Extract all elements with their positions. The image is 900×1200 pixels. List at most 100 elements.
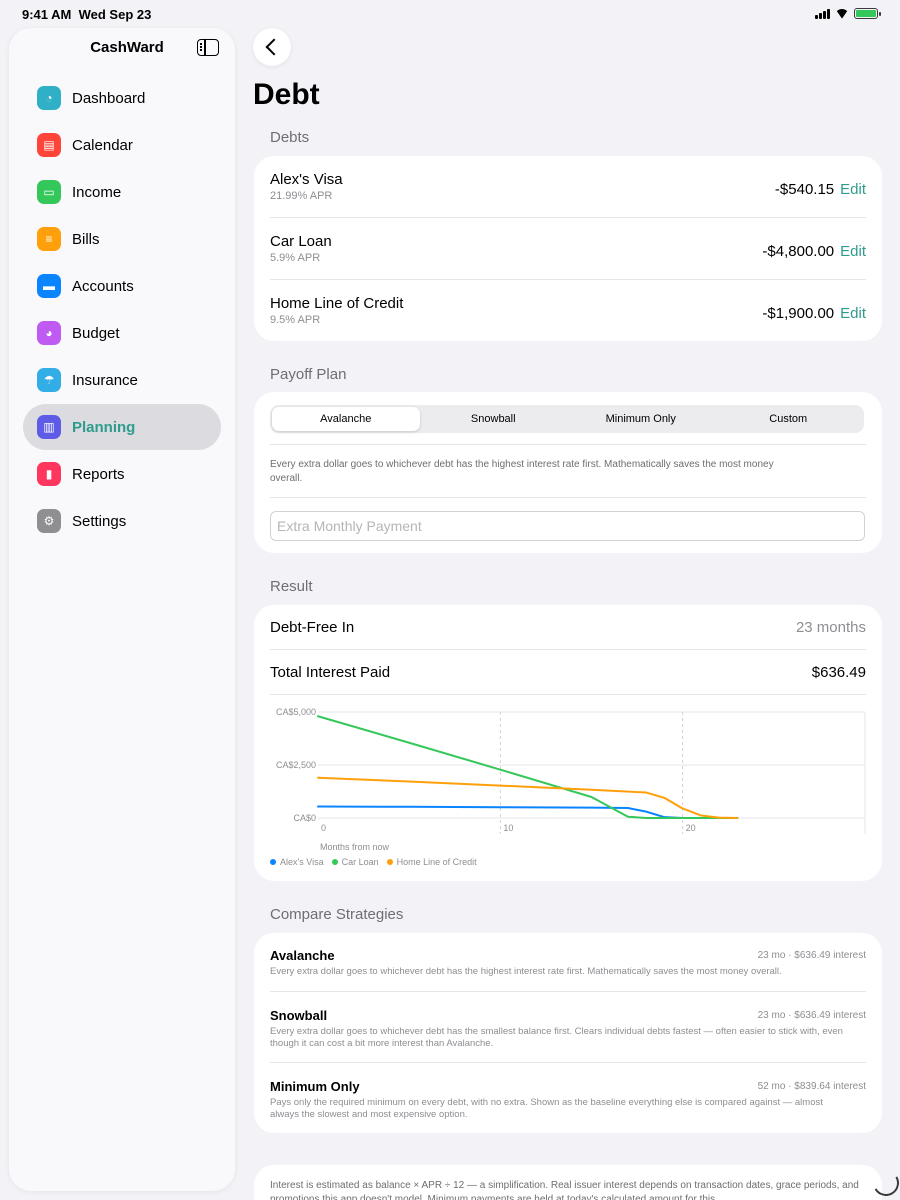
series-line bbox=[317, 805, 739, 819]
gear-icon: ⚙ bbox=[37, 509, 61, 533]
debt-balance: -$4,800.00 bbox=[762, 243, 835, 260]
series-line bbox=[317, 776, 739, 819]
legend-dot-icon bbox=[270, 859, 276, 865]
edit-debt-button[interactable]: Edit bbox=[840, 181, 866, 198]
debt-balance: -$540.15 bbox=[774, 181, 835, 198]
strategy-segmented-control: Avalanche Snowball Minimum Only Custom bbox=[270, 405, 864, 433]
payoff-chart: CA$0 CA$2,500 CA$5,000 0 10 20 Months from now bbox=[276, 707, 866, 852]
status-icons bbox=[815, 8, 881, 19]
sidebar-item-settings[interactable]: ⚙ Settings bbox=[23, 498, 221, 544]
umbrella-icon: ☂ bbox=[37, 368, 61, 392]
divider bbox=[270, 279, 866, 280]
back-button[interactable] bbox=[253, 28, 291, 66]
x-axis-label: Months from now bbox=[320, 842, 390, 852]
wifi-icon bbox=[835, 9, 849, 19]
status-bar: 9:41 AM Wed Sep 23 bbox=[0, 0, 900, 28]
result-section-header: Result bbox=[270, 578, 313, 595]
calendar-icon: ▤ bbox=[37, 133, 61, 157]
y-tick-label: CA$2,500 bbox=[276, 760, 316, 770]
cellular-signal-icon bbox=[815, 8, 830, 19]
banknote-icon: ▭ bbox=[37, 180, 61, 204]
divider bbox=[270, 217, 866, 218]
debt-row[interactable]: Car Loan 5.9% APR -$4,800.00 Edit bbox=[270, 233, 866, 264]
x-tick-label: 20 bbox=[686, 823, 696, 833]
payoff-card: Avalanche Snowball Minimum Only Custom E… bbox=[254, 392, 882, 553]
sidebar-item-label: Settings bbox=[72, 512, 127, 530]
note-card: Interest is estimated as balance × APR ÷… bbox=[254, 1165, 882, 1200]
strategy-desc: Every extra dollar goes to whichever deb… bbox=[270, 966, 782, 977]
sidebar-toggle-icon[interactable] bbox=[197, 39, 219, 56]
page-title: Debt bbox=[253, 78, 320, 111]
edit-debt-button[interactable]: Edit bbox=[840, 305, 866, 322]
legend-label: Home Line of Credit bbox=[396, 857, 477, 867]
legend-item: Car Loan bbox=[331, 857, 379, 867]
strategy-row-avalanche[interactable]: Avalanche 23 mo · $636.49 interest Every… bbox=[270, 948, 866, 978]
sidebar-item-label: Dashboard bbox=[72, 89, 146, 107]
segment-avalanche[interactable]: Avalanche bbox=[272, 407, 420, 431]
sidebar-item-dashboard[interactable]: ◔ Dashboard bbox=[23, 75, 221, 121]
debt-row[interactable]: Alex's Visa 21.99% APR -$540.15 Edit bbox=[270, 171, 866, 202]
document-icon: ≡ bbox=[37, 227, 61, 251]
sidebar-item-insurance[interactable]: ☂ Insurance bbox=[23, 357, 221, 403]
sidebar: CashWard ◔ Dashboard ▤ Calendar ▭ Income ≡ Bill… bbox=[9, 28, 235, 1191]
edit-debt-button[interactable]: Edit bbox=[840, 243, 866, 260]
segment-minimum-only[interactable]: Minimum Only bbox=[567, 407, 715, 431]
segment-snowball[interactable]: Snowball bbox=[420, 407, 568, 431]
gauge-icon: ◔ bbox=[37, 86, 61, 110]
strategy-row-snowball[interactable]: Snowball 23 mo · $636.49 interest Every … bbox=[270, 1008, 866, 1050]
sidebar-item-planning[interactable]: ▥ Planning bbox=[23, 404, 221, 450]
sidebar-item-label: Accounts bbox=[72, 277, 134, 295]
legend-dot-icon bbox=[331, 859, 338, 865]
strategy-meta: 23 mo · $636.49 interest bbox=[757, 950, 866, 961]
battery-charging-icon bbox=[854, 8, 881, 19]
sidebar-item-income[interactable]: ▭ Income bbox=[23, 169, 221, 215]
sidebar-item-accounts[interactable]: ▬ Accounts bbox=[23, 263, 221, 309]
pie-icon: ◕ bbox=[37, 321, 61, 345]
map-icon: ▥ bbox=[37, 415, 61, 439]
divider bbox=[270, 1062, 866, 1063]
compare-card: Avalanche 23 mo · $636.49 interest Every… bbox=[254, 933, 882, 1133]
debts-section-header: Debts bbox=[270, 129, 310, 146]
strategy-description: Every extra dollar goes to whichever deb… bbox=[270, 459, 774, 484]
x-tick-label: 10 bbox=[503, 823, 513, 833]
debt-row[interactable]: Home Line of Credit 9.5% APR -$1,900.00 E… bbox=[270, 295, 866, 326]
sidebar-item-calendar[interactable]: ▤ Calendar bbox=[23, 122, 221, 168]
legend-label: Car Loan bbox=[341, 857, 379, 867]
strategy-meta: 23 mo · $636.49 interest bbox=[757, 1010, 866, 1021]
debts-card: Alex's Visa 21.99% APR -$540.15 Edit Car … bbox=[254, 156, 882, 341]
sidebar-item-reports[interactable]: ▮ Reports bbox=[23, 451, 221, 497]
result-card: Debt-Free In 23 months Total Interest Pa… bbox=[254, 605, 882, 881]
legend-label: Alex's Visa bbox=[280, 857, 324, 867]
divider bbox=[270, 991, 866, 992]
debt-balance: -$1,900.00 bbox=[762, 305, 835, 322]
legend-dot-icon bbox=[386, 859, 393, 865]
sidebar-item-label: Bills bbox=[72, 230, 100, 248]
chart-legend: Alex's Visa Car Loan Home Line of Credit bbox=[270, 857, 477, 867]
sidebar-item-bills[interactable]: ≡ Bills bbox=[23, 216, 221, 262]
sidebar-item-label: Calendar bbox=[72, 136, 133, 154]
sidebar-item-label: Reports bbox=[72, 465, 125, 483]
legend-item: Home Line of Credit bbox=[386, 857, 477, 867]
divider bbox=[270, 497, 866, 498]
compare-section-header: Compare Strategies bbox=[270, 906, 404, 923]
sidebar-item-label: Income bbox=[72, 183, 122, 201]
payoff-section-header: Payoff Plan bbox=[270, 366, 347, 383]
y-tick-label: CA$0 bbox=[293, 813, 316, 823]
interest-note: Interest is estimated as balance × APR ÷… bbox=[270, 1180, 859, 1200]
strategy-row-minimum-only[interactable]: Minimum Only 52 mo · $839.64 interest Pa… bbox=[270, 1079, 866, 1121]
status-time: 9:41 AM Wed Sep 23 bbox=[22, 7, 151, 22]
x-tick-label: 0 bbox=[321, 823, 326, 833]
extra-payment-input[interactable]: Extra Monthly Payment bbox=[270, 511, 865, 541]
chart-icon: ▮ bbox=[37, 462, 61, 486]
strategy-desc: Every extra dollar goes to whichever deb… bbox=[270, 1026, 843, 1049]
divider bbox=[270, 444, 866, 445]
clock-date: Wed Sep 23 bbox=[78, 7, 152, 22]
strategy-desc: Pays only the required minimum on every … bbox=[270, 1097, 823, 1120]
sidebar-item-label: Planning bbox=[72, 418, 136, 436]
sidebar-item-label: Budget bbox=[72, 324, 120, 342]
sidebar-item-label: Insurance bbox=[72, 371, 138, 389]
card-icon: ▬ bbox=[37, 274, 61, 298]
sidebar-item-budget[interactable]: ◕ Budget bbox=[23, 310, 221, 356]
segment-custom[interactable]: Custom bbox=[715, 407, 863, 431]
legend-item: Alex's Visa bbox=[270, 857, 324, 867]
